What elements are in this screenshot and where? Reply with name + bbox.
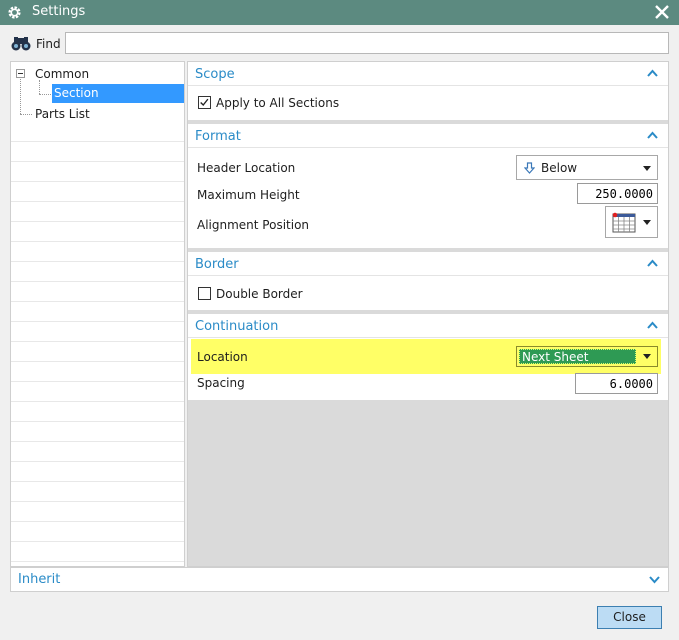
chevron-up-icon[interactable] bbox=[647, 69, 658, 77]
checkmark-icon bbox=[200, 98, 209, 107]
spacing-input[interactable] bbox=[575, 373, 658, 394]
header-location-dropdown[interactable]: Below bbox=[516, 155, 658, 180]
find-bar: Find bbox=[0, 25, 679, 61]
tree-item-section[interactable]: Section bbox=[52, 84, 184, 103]
gear-icon bbox=[8, 6, 21, 19]
continuation-header[interactable]: Continuation bbox=[188, 314, 668, 338]
close-button[interactable]: Close bbox=[597, 606, 662, 629]
header-location-label: Header Location bbox=[197, 161, 296, 175]
scope-header[interactable]: Scope bbox=[188, 62, 668, 86]
tree-item-parts-list[interactable]: Parts List bbox=[35, 105, 90, 123]
maximum-height-label: Maximum Height bbox=[197, 188, 300, 202]
continuation-panel: Continuation Location Next Sheet Spacing bbox=[188, 314, 668, 400]
continuation-title: Continuation bbox=[195, 319, 279, 334]
double-border-label: Double Border bbox=[216, 287, 303, 301]
chevron-down-icon[interactable] bbox=[649, 576, 660, 584]
settings-content: Scope Apply to All Sections Format Heade… bbox=[187, 61, 669, 567]
close-window-icon[interactable] bbox=[653, 3, 671, 21]
location-selected-value: Next Sheet bbox=[519, 349, 636, 364]
tree-item-common[interactable]: Common bbox=[35, 65, 89, 83]
alignment-position-dropdown[interactable] bbox=[605, 206, 658, 238]
dropdown-arrow-icon bbox=[643, 220, 651, 225]
tree-connector bbox=[20, 79, 21, 114]
chevron-up-icon[interactable] bbox=[647, 321, 658, 329]
grid-position-icon bbox=[612, 212, 636, 233]
window-title: Settings bbox=[32, 4, 86, 19]
border-panel: Border Double Border bbox=[188, 252, 668, 310]
alignment-position-label: Alignment Position bbox=[197, 218, 310, 232]
format-header[interactable]: Format bbox=[188, 124, 668, 148]
find-input[interactable] bbox=[65, 32, 669, 54]
binoculars-icon bbox=[11, 37, 31, 51]
down-arrow-icon bbox=[524, 162, 535, 174]
maximum-height-input[interactable] bbox=[577, 183, 658, 204]
inherit-title: Inherit bbox=[18, 572, 61, 587]
tree-connector bbox=[39, 94, 51, 95]
collapse-tree-node-icon[interactable] bbox=[16, 69, 25, 78]
location-label: Location bbox=[197, 350, 248, 364]
border-header[interactable]: Border bbox=[188, 252, 668, 276]
border-title: Border bbox=[195, 257, 239, 272]
scope-panel: Scope Apply to All Sections bbox=[188, 62, 668, 120]
chevron-up-icon[interactable] bbox=[647, 259, 658, 267]
header-location-value: Below bbox=[541, 161, 578, 175]
title-bar: Settings bbox=[0, 0, 679, 25]
dropdown-arrow-icon bbox=[643, 166, 651, 171]
double-border-checkbox[interactable] bbox=[198, 287, 211, 300]
tree-connector bbox=[20, 114, 32, 115]
scope-title: Scope bbox=[195, 67, 235, 82]
spacing-label: Spacing bbox=[197, 376, 245, 390]
dropdown-arrow-icon bbox=[643, 354, 651, 359]
chevron-up-icon[interactable] bbox=[647, 131, 658, 139]
apply-all-checkbox[interactable] bbox=[198, 96, 211, 109]
settings-tree: Common Section Parts List bbox=[10, 61, 185, 567]
inherit-panel[interactable]: Inherit bbox=[10, 567, 669, 592]
tree-empty-rows bbox=[11, 122, 184, 566]
apply-all-label: Apply to All Sections bbox=[216, 96, 340, 110]
find-label: Find bbox=[36, 37, 61, 51]
format-title: Format bbox=[195, 129, 241, 144]
format-panel: Format Header Location Below Maximum Hei… bbox=[188, 124, 668, 248]
settings-window: Settings Find Common Section Parts List bbox=[0, 0, 679, 640]
location-value: Next Sheet bbox=[522, 350, 589, 364]
location-dropdown[interactable]: Next Sheet bbox=[516, 346, 658, 367]
